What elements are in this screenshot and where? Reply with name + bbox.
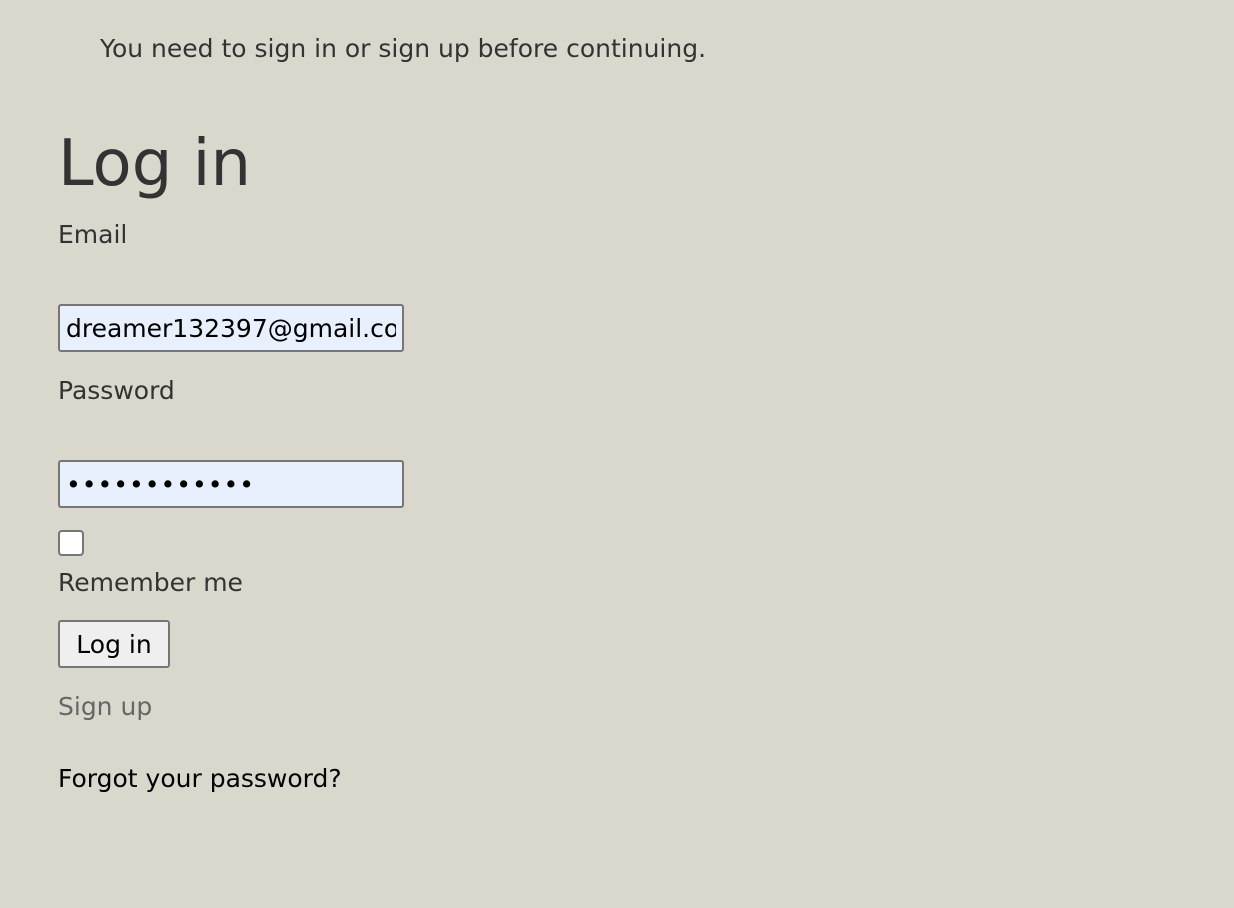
- email-label: Email: [58, 220, 128, 249]
- flash-notice: You need to sign in or sign up before co…: [100, 34, 707, 63]
- password-field[interactable]: [58, 460, 404, 508]
- remember-me-label: Remember me: [58, 568, 243, 597]
- email-field[interactable]: [58, 304, 404, 352]
- log-in-button[interactable]: Log in: [58, 620, 170, 668]
- password-label: Password: [58, 376, 175, 405]
- sign-up-link[interactable]: Sign up: [58, 691, 152, 723]
- page-title: Log in: [58, 127, 251, 201]
- remember-me-checkbox[interactable]: [58, 530, 84, 556]
- forgot-password-link[interactable]: Forgot your password?: [58, 763, 342, 795]
